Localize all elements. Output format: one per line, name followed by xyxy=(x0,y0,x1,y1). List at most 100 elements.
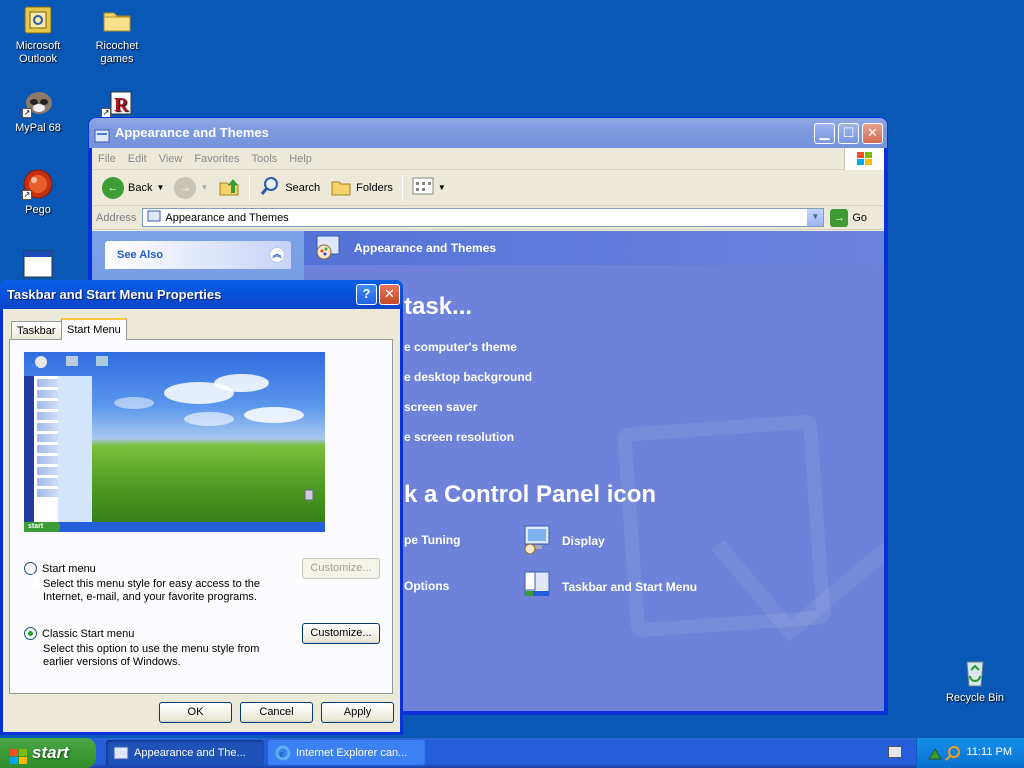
taskbar-properties-dialog[interactable]: Taskbar and Start Menu Properties ? ✕ Ta… xyxy=(0,280,403,735)
task-link-screensaver[interactable]: screen saver xyxy=(404,400,477,414)
desktop-icon-mypal[interactable]: ↗ MyPal 68 xyxy=(0,86,76,135)
search-button[interactable]: Search xyxy=(255,174,324,202)
desktop-icon-ricochet[interactable]: Ricochet games xyxy=(79,4,155,66)
start-menu-description: Select this menu style for easy access t… xyxy=(43,578,260,604)
radio-label-start: Start menu xyxy=(42,562,96,575)
start-button[interactable]: start xyxy=(0,738,96,768)
classic-menu-description: Select this option to use the menu style… xyxy=(43,643,259,669)
collapse-chevron-icon[interactable]: ︽ xyxy=(269,247,285,263)
preview-cloud xyxy=(214,374,269,392)
apply-button[interactable]: Apply xyxy=(321,702,394,723)
customize-start-button[interactable]: Customize... xyxy=(302,558,380,579)
taskbar-button-appearance[interactable]: Appearance and The... xyxy=(106,740,264,766)
address-dropdown-icon[interactable]: ▼ xyxy=(806,209,824,226)
tab-taskbar[interactable]: Taskbar xyxy=(11,321,63,340)
explorer-titlebar[interactable]: Appearance and Themes ▁ ☐ ✕ xyxy=(89,118,887,148)
cp-item-label: Taskbar and Start Menu xyxy=(562,579,698,594)
search-tray-icon[interactable] xyxy=(945,745,961,764)
windows-flag-icon xyxy=(844,148,884,170)
close-button[interactable]: ✕ xyxy=(862,123,883,144)
cp-item-label: Display xyxy=(562,533,605,548)
desktop-icon-pego[interactable]: ↗ Pego xyxy=(0,168,76,217)
keyboard-icon[interactable] xyxy=(888,746,902,758)
window-app-icon xyxy=(22,249,54,281)
cp-item-display[interactable]: Display xyxy=(522,523,605,558)
taskbar-button-ie[interactable]: e Internet Explorer can... xyxy=(268,740,426,766)
menu-help[interactable]: Help xyxy=(283,148,318,170)
folder-icon xyxy=(101,4,133,36)
menu-edit[interactable]: Edit xyxy=(122,148,153,170)
desktop-icon-r[interactable]: R ↗ xyxy=(79,86,155,118)
desktop-icon-label: Outlook xyxy=(19,53,57,65)
radio-button-classic[interactable] xyxy=(24,627,37,640)
go-button[interactable]: → Go xyxy=(830,208,868,227)
forward-button[interactable]: → ▼ xyxy=(170,174,212,202)
cp-item-taskbar-start[interactable]: Taskbar and Start Menu xyxy=(522,569,697,604)
help-button[interactable]: ? xyxy=(356,284,377,305)
menu-favorites[interactable]: Favorites xyxy=(188,148,245,170)
pick-task-heading: task... xyxy=(404,293,473,320)
toolbar: ← Back ▼ → ▼ Search Folders ▼ xyxy=(92,170,884,206)
dropdown-arrow-icon: ▼ xyxy=(437,183,446,192)
menu-bar: File Edit View Favorites Tools Help xyxy=(92,148,884,170)
views-button[interactable]: ▼ xyxy=(408,174,450,202)
menu-view[interactable]: View xyxy=(153,148,189,170)
go-label: Go xyxy=(852,211,868,224)
dialog-titlebar[interactable]: Taskbar and Start Menu Properties ? ✕ xyxy=(0,280,403,309)
svg-text:R: R xyxy=(114,94,129,116)
desktop-icon-recycle-bin[interactable]: Recycle Bin xyxy=(940,656,1010,704)
cp-item-label: pe Tuning xyxy=(404,533,461,547)
preview-cloud xyxy=(114,397,154,409)
dialog-close-button[interactable]: ✕ xyxy=(379,284,400,305)
task-link-resolution[interactable]: e screen resolution xyxy=(404,430,514,444)
search-label: Search xyxy=(285,181,321,194)
explorer-title: Appearance and Themes xyxy=(115,125,269,140)
shortcut-arrow-icon: ↗ xyxy=(22,108,32,118)
category-title: Appearance and Themes xyxy=(354,241,497,255)
desktop-icon-outlook[interactable]: Microsoft Outlook xyxy=(0,4,76,66)
cp-item-cleartype[interactable]: pe Tuning xyxy=(404,533,460,547)
task-link-background[interactable]: e desktop background xyxy=(404,370,532,384)
see-also-title: See Also xyxy=(117,249,164,261)
address-label: Address xyxy=(96,211,137,224)
description-line: Select this option to use the menu style… xyxy=(43,643,260,655)
cancel-button[interactable]: Cancel xyxy=(240,702,313,723)
menu-file[interactable]: File xyxy=(92,148,122,170)
see-also-header[interactable]: See Also ︽ xyxy=(105,241,291,269)
address-bar: Address Appearance and Themes ▼ → Go xyxy=(92,206,884,230)
dropdown-arrow-icon[interactable]: ▼ xyxy=(156,183,164,192)
forward-arrow-icon: → xyxy=(174,176,197,199)
recycle-bin-label: Recycle Bin xyxy=(945,692,1005,704)
up-folder-button[interactable] xyxy=(214,174,244,202)
folders-button[interactable]: Folders xyxy=(326,174,397,202)
desktop-icon-label: games xyxy=(100,53,134,65)
preview-start-menu xyxy=(24,376,92,523)
tab-start-menu[interactable]: Start Menu xyxy=(61,318,127,340)
preview-cloud xyxy=(244,407,304,423)
menu-tools[interactable]: Tools xyxy=(246,148,284,170)
windows-logo-icon xyxy=(10,745,28,764)
raccoon-icon: ↗ xyxy=(22,86,54,118)
task-link-theme[interactable]: e computer's theme xyxy=(404,340,517,354)
customize-classic-button[interactable]: Customize... xyxy=(302,623,380,644)
taskbar-button-label: Appearance and The... xyxy=(134,747,246,759)
recycle-bin-icon xyxy=(959,656,991,688)
svg-text:e: e xyxy=(279,748,284,760)
system-tray: 11:11 PM xyxy=(916,738,1024,768)
shortcut-arrow-icon: ↗ xyxy=(22,190,32,200)
clock[interactable]: 11:11 PM xyxy=(967,746,1012,758)
minimize-button[interactable]: ▁ xyxy=(814,123,835,144)
cp-item-label: Options xyxy=(404,579,450,593)
ok-button[interactable]: OK xyxy=(159,702,232,723)
maximize-button[interactable]: ☐ xyxy=(838,123,859,144)
cp-item-folder-options[interactable]: Options xyxy=(404,579,449,593)
preview-recycle-icon xyxy=(304,489,314,501)
radio-classic-start-menu[interactable]: Classic Start menu xyxy=(24,627,134,640)
back-arrow-icon: ← xyxy=(102,176,124,199)
display-icon xyxy=(522,523,554,558)
address-input[interactable]: Appearance and Themes ▼ xyxy=(142,208,825,227)
outlook-icon xyxy=(22,4,54,36)
network-icon[interactable] xyxy=(927,745,943,764)
back-button[interactable]: ← Back ▼ xyxy=(98,174,168,202)
back-label: Back xyxy=(128,181,153,194)
